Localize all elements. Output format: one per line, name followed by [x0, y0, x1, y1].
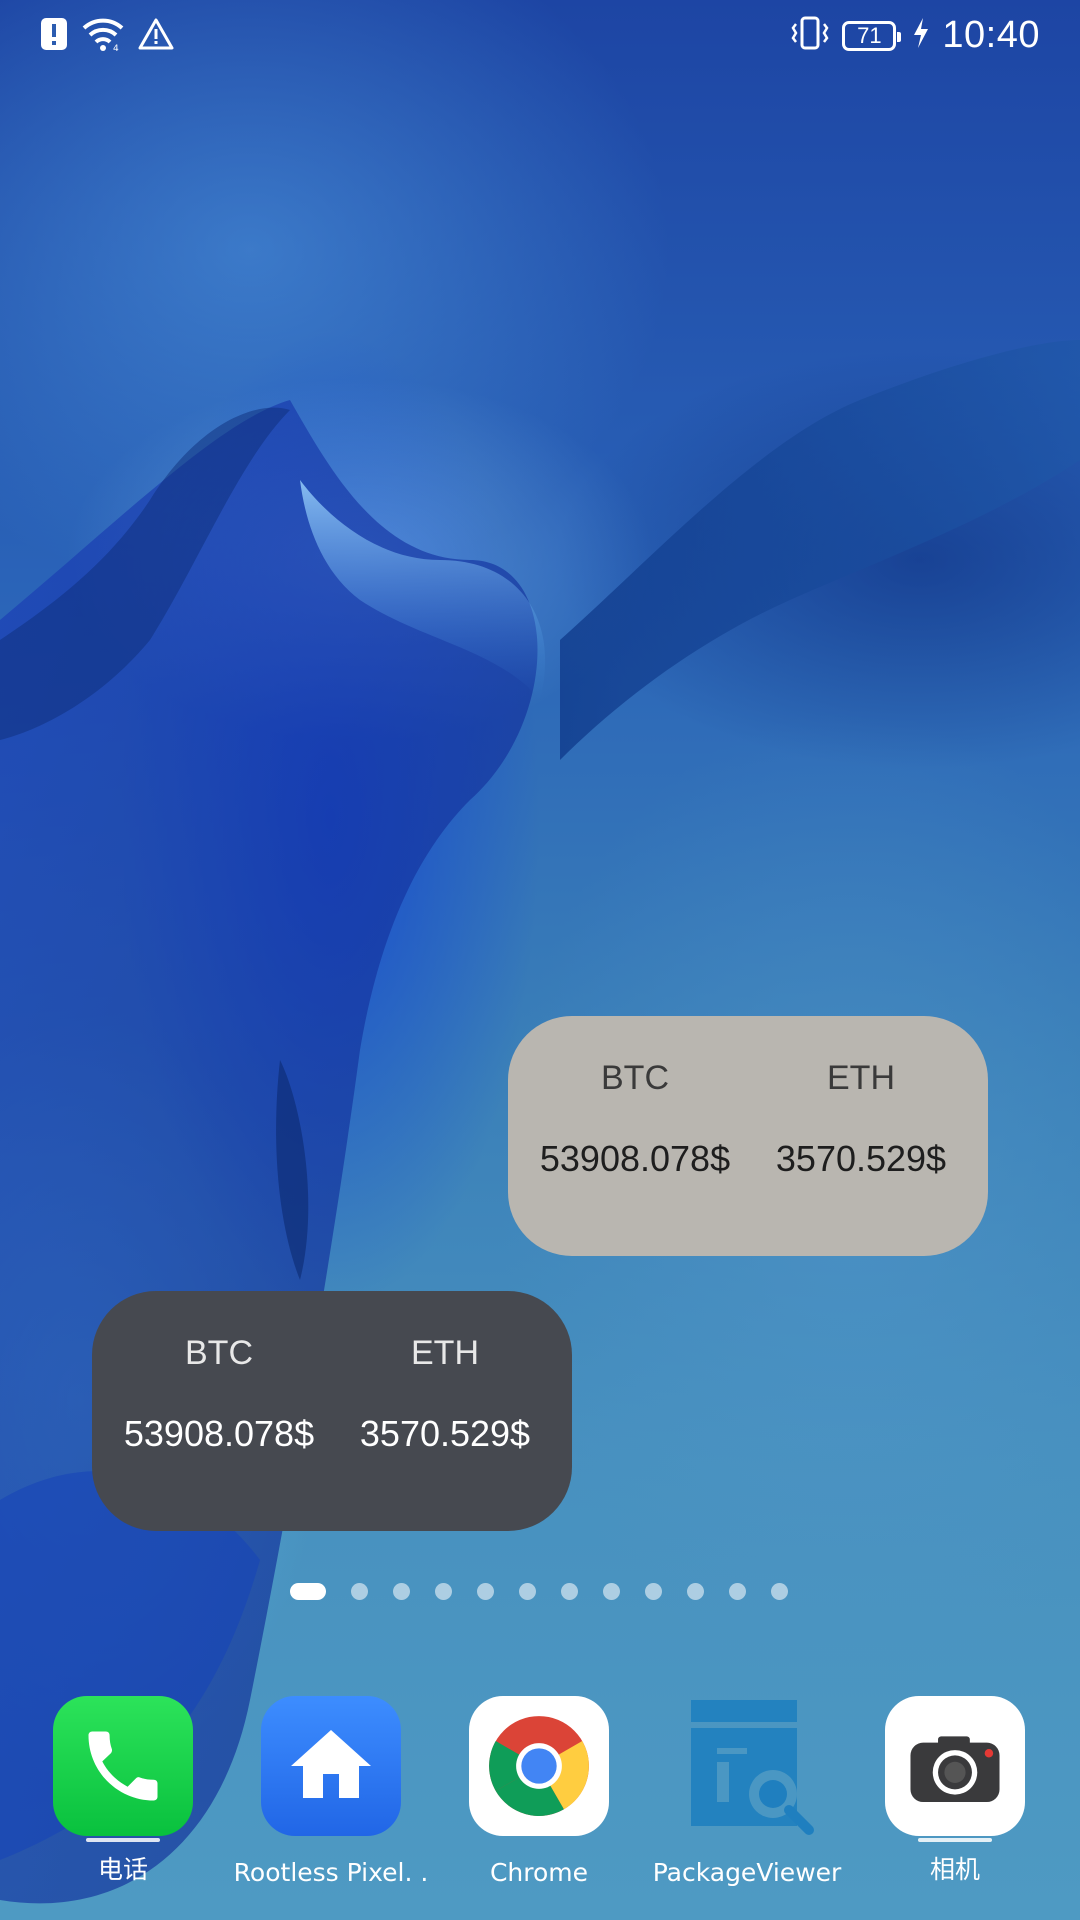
wallpaper [0, 0, 1080, 1920]
page-dot[interactable] [645, 1583, 662, 1600]
page-dot[interactable] [435, 1583, 452, 1600]
alert-icon [40, 17, 68, 56]
coin-price: 53908.078$ [123, 1413, 315, 1454]
battery-icon: 71 [842, 20, 902, 51]
page-dot-active[interactable] [290, 1583, 326, 1600]
coin-price: 3570.529$ [775, 1138, 947, 1179]
home-icon[interactable] [261, 1696, 401, 1836]
crypto-widget-light[interactable]: BTC 53908.078$ ETH 3570.529$ [508, 1016, 988, 1256]
phone-icon[interactable] [53, 1696, 193, 1836]
crypto-widget-dark[interactable]: BTC 53908.078$ ETH 3570.529$ [92, 1291, 572, 1531]
wifi-icon: 4 [82, 16, 124, 57]
wallpaper-art [0, 340, 1080, 1904]
coin-price: 53908.078$ [539, 1138, 731, 1179]
battery-level: 71 [857, 22, 882, 48]
page-dot[interactable] [603, 1583, 620, 1600]
page-dot[interactable] [687, 1583, 704, 1600]
active-indicator [918, 1838, 992, 1842]
app-phone[interactable]: 电话 [23, 1696, 223, 1886]
chrome-icon[interactable] [469, 1696, 609, 1836]
package-viewer-icon[interactable] [677, 1696, 817, 1836]
svg-text:4: 4 [113, 44, 119, 52]
page-dot[interactable] [771, 1583, 788, 1600]
coin-symbol: BTC [185, 1334, 253, 1372]
coin-eth: ETH 3570.529$ [340, 1329, 550, 1531]
coin-btc: BTC 53908.078$ [530, 1054, 740, 1256]
page-indicator[interactable] [290, 1583, 813, 1600]
page-dot[interactable] [519, 1583, 536, 1600]
coin-btc: BTC 53908.078$ [114, 1329, 324, 1531]
page-dot[interactable] [729, 1583, 746, 1600]
clock: 10:40 [942, 14, 1040, 56]
status-bar: 4 71 10:40 [0, 0, 1080, 72]
app-package-viewer[interactable]: PackageViewer [647, 1696, 847, 1887]
camera-icon[interactable] [885, 1696, 1025, 1836]
coin-symbol: ETH [827, 1059, 895, 1097]
coin-price: 3570.529$ [359, 1413, 531, 1454]
page-dot[interactable] [351, 1583, 368, 1600]
active-indicator [86, 1838, 160, 1842]
app-label: Rootless Pixel. . [233, 1858, 429, 1887]
page-dot[interactable] [477, 1583, 494, 1600]
app-label: 相机 [929, 1855, 980, 1884]
app-camera[interactable]: 相机 [855, 1696, 1055, 1886]
charging-icon [912, 17, 930, 54]
coin-symbol: ETH [411, 1334, 479, 1372]
app-chrome[interactable]: Chrome [439, 1696, 639, 1887]
app-label: 电话 [97, 1855, 148, 1884]
app-label: PackageViewer [652, 1858, 842, 1887]
coin-symbol: BTC [601, 1059, 669, 1097]
warning-icon [138, 18, 174, 55]
vibrate-icon [790, 16, 830, 55]
coin-eth: ETH 3570.529$ [756, 1054, 966, 1256]
app-rootless-pixel[interactable]: Rootless Pixel. . [231, 1696, 431, 1887]
app-label: Chrome [489, 1858, 589, 1887]
page-dot[interactable] [561, 1583, 578, 1600]
dock: 电话 Rootless Pixel. . Chrome PackageViewe… [0, 1696, 1080, 1920]
page-dot[interactable] [393, 1583, 410, 1600]
